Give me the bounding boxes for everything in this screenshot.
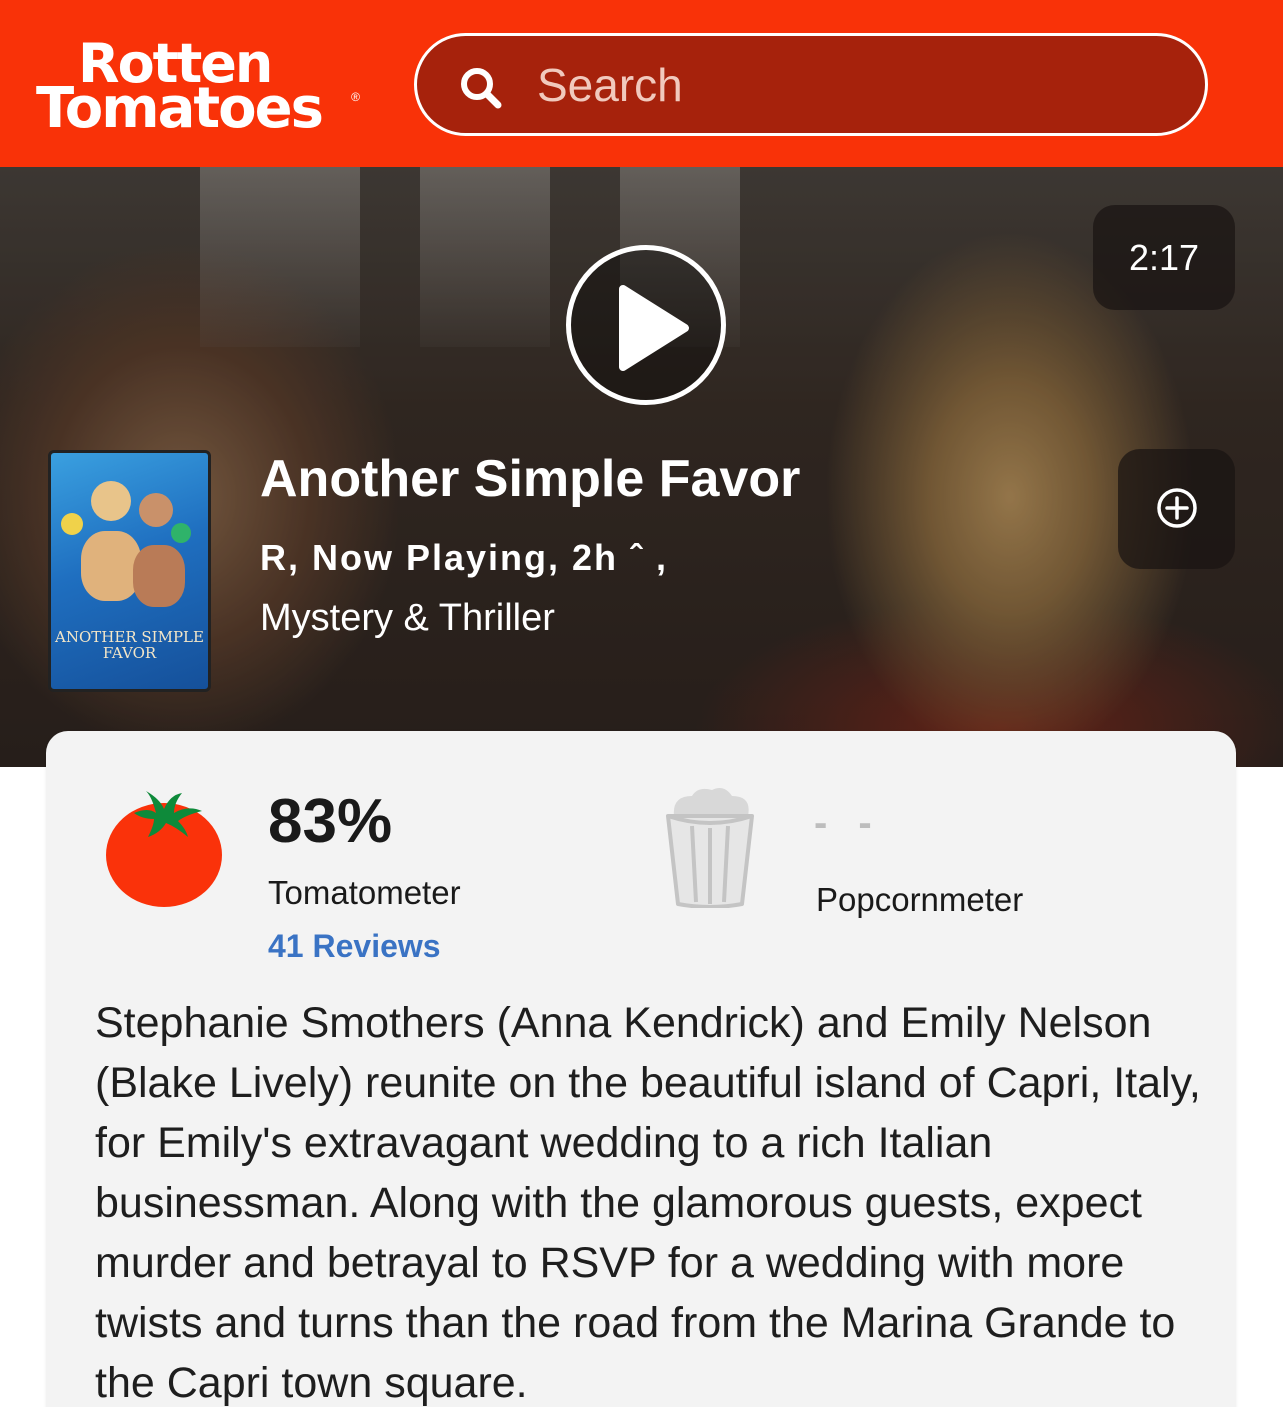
play-icon (619, 285, 689, 371)
tomato-icon (106, 791, 222, 907)
poster-figure (171, 523, 191, 543)
tomatometer-label: Tomatometer (268, 874, 461, 911)
site-header: Rotten Tomatoes ® (0, 0, 1283, 167)
tomatometer-score: 83% (268, 787, 393, 856)
popcorn-icon (666, 788, 754, 908)
plus-circle-icon (1157, 488, 1197, 528)
movie-meta: R, Now Playing, 2h ˆ , (260, 537, 669, 578)
score-card: 83% Tomatometer 41 Reviews - - Popcornme… (46, 731, 1236, 1407)
poster-title: ANOTHER SIMPLE FAVOR (55, 628, 204, 662)
movie-genre: Mystery & Thriller (260, 597, 555, 639)
movie-poster[interactable]: ANOTHER SIMPLE FAVOR (48, 450, 211, 692)
poster-figure (133, 545, 185, 607)
search-input[interactable] (537, 36, 1177, 133)
search-icon[interactable] (459, 66, 503, 110)
popcornmeter-label: Popcornmeter (816, 881, 1024, 918)
movie-synopsis: Stephanie Smothers (Anna Kendrick) and E… (95, 999, 1201, 1407)
movie-title: Another Simple Favor (260, 450, 801, 508)
play-button[interactable] (566, 245, 726, 405)
registered-mark: ® (351, 90, 360, 104)
poster-figure (139, 493, 173, 527)
poster-figure (81, 531, 141, 601)
poster-figure (61, 513, 83, 535)
poster-figure (91, 481, 131, 521)
trailer-hero[interactable]: 2:17 ANOTHER SIMPLE FAVOR Another Simple… (0, 167, 1283, 767)
reviews-link[interactable]: 41 Reviews (268, 928, 441, 965)
rotten-tomatoes-logo[interactable]: Rotten Tomatoes ® (36, 32, 366, 141)
search-bar[interactable] (414, 33, 1208, 136)
video-duration: 2:17 (1093, 205, 1235, 310)
add-to-watchlist-button[interactable] (1118, 449, 1235, 569)
logo-text-tomatoes: Tomatoes (36, 76, 324, 141)
popcornmeter-score: - - (814, 801, 882, 845)
